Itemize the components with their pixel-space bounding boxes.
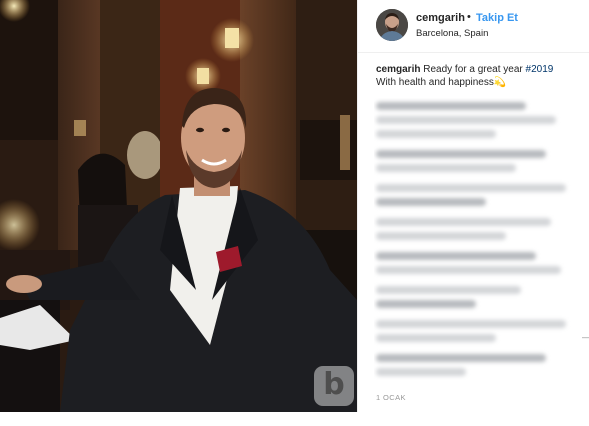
blurred-comment-line bbox=[376, 252, 536, 260]
watermark-logo-icon: b bbox=[314, 366, 354, 406]
blurred-comment-line bbox=[376, 116, 556, 124]
caption-text: Ready for a great year bbox=[423, 64, 523, 75]
post-header: cemgarih • Takip Et Barcelona, Spain bbox=[358, 0, 589, 53]
blurred-comment-line bbox=[376, 102, 526, 110]
blurred-comment-line bbox=[376, 164, 516, 172]
avatar-image bbox=[376, 9, 408, 41]
separator-dot-icon: • bbox=[467, 11, 471, 23]
post-details-panel: cemgarih • Takip Et Barcelona, Spain cem… bbox=[357, 0, 589, 412]
caption-username-link[interactable]: cemgarih bbox=[376, 64, 420, 75]
post-timestamp[interactable]: 1 OCAK bbox=[376, 393, 406, 402]
avatar[interactable] bbox=[376, 9, 408, 41]
blurred-comment-line bbox=[376, 286, 521, 294]
blurred-comment-line bbox=[376, 130, 496, 138]
follow-button[interactable]: Takip Et bbox=[476, 12, 518, 24]
blurred-comment-line bbox=[376, 300, 476, 308]
blurred-comment-line bbox=[376, 218, 551, 226]
blurred-comment-line bbox=[376, 184, 566, 192]
caption-emoji: 💫 bbox=[493, 77, 507, 88]
blurred-comment-line bbox=[376, 334, 496, 342]
instagram-post: b cemgarih • Takip Et Barcelona, Spain c… bbox=[0, 0, 589, 412]
blurred-comment-line bbox=[376, 354, 546, 362]
restaurant-portrait-image bbox=[0, 0, 357, 412]
blurred-comment-line bbox=[376, 150, 546, 158]
post-photo[interactable]: b bbox=[0, 0, 357, 412]
username-link[interactable]: cemgarih bbox=[416, 12, 465, 24]
caption-line-2: With health and happiness bbox=[376, 77, 494, 88]
blurred-comment-line bbox=[376, 198, 486, 206]
blurred-comment-line bbox=[376, 368, 466, 376]
blurred-comment-line bbox=[376, 232, 506, 240]
blurred-comments-area bbox=[374, 98, 582, 380]
blurred-comment-line bbox=[376, 266, 561, 274]
hashtag-link[interactable]: #2019 bbox=[526, 64, 554, 75]
blurred-comment-line bbox=[376, 320, 566, 328]
location-link[interactable]: Barcelona, Spain bbox=[416, 28, 488, 39]
comment-scroll-indicator-icon[interactable]: — bbox=[582, 332, 589, 342]
post-caption: cemgarih Ready for a great year #2019 Wi… bbox=[376, 63, 581, 89]
